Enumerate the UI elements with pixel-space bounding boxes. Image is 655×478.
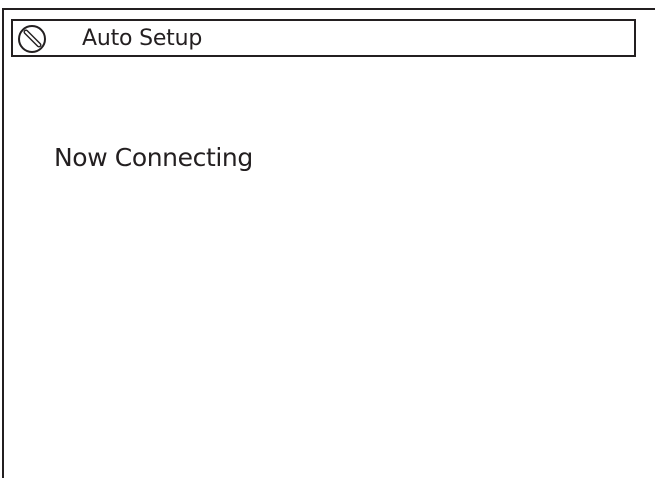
title-bar: Auto Setup	[11, 19, 636, 57]
setup-screen	[2, 8, 655, 478]
window-title: Auto Setup	[82, 26, 203, 51]
connection-status-text: Now Connecting	[54, 143, 253, 172]
prohibited-circle-icon	[18, 25, 46, 53]
